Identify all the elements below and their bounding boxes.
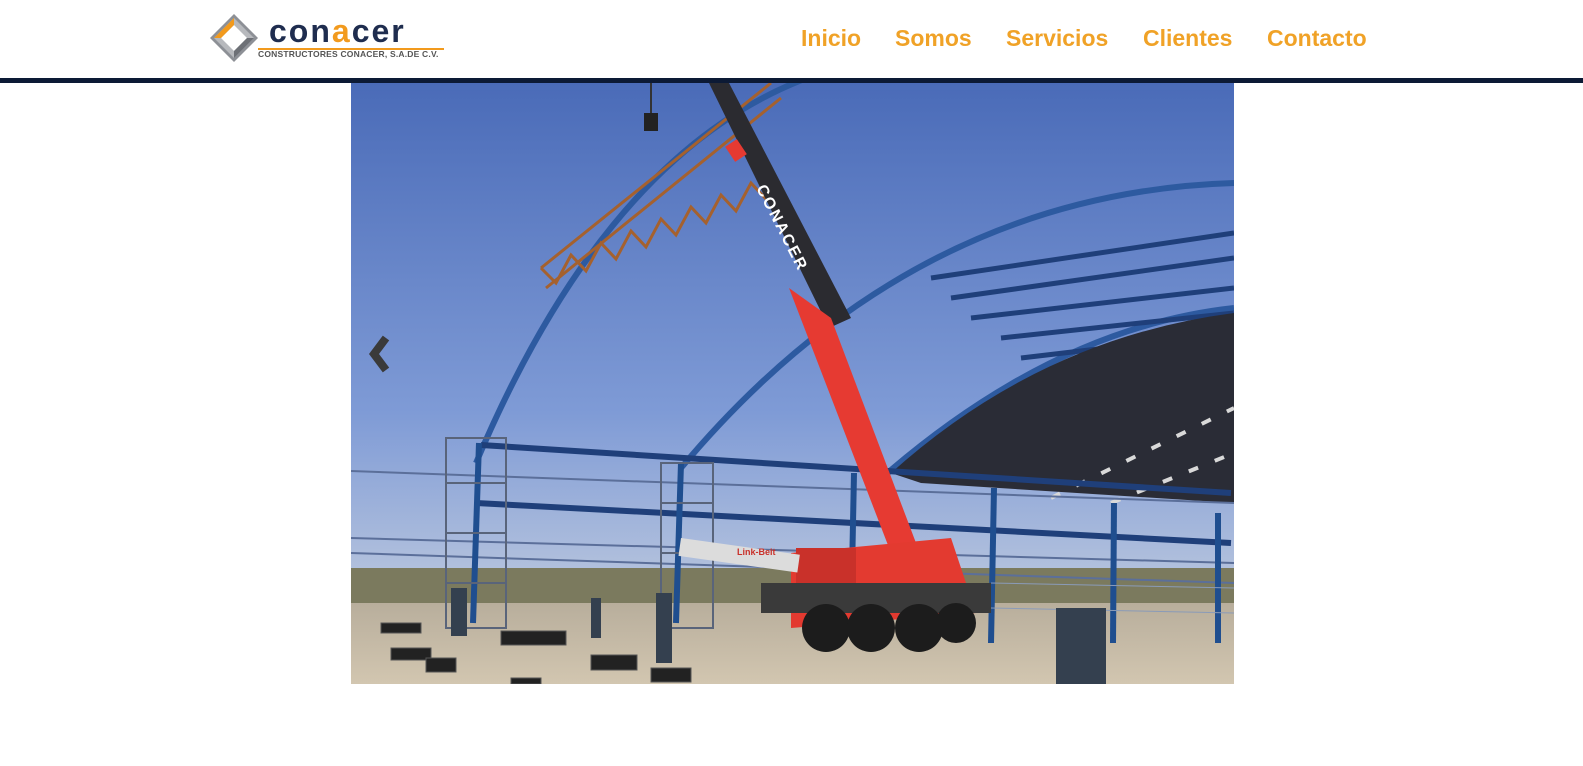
slide-photo: CONACER Link-Belt	[351, 83, 1234, 684]
nav-clientes[interactable]: Clientes	[1143, 24, 1232, 52]
nav-inicio[interactable]: Inicio	[801, 24, 861, 52]
nav-servicios[interactable]: Servicios	[1006, 24, 1108, 52]
main-nav: Inicio Somos Servicios Clientes Contacto	[0, 24, 1583, 54]
image-slider[interactable]: CONACER Link-Belt	[351, 83, 1234, 684]
slider-prev-button[interactable]	[364, 332, 396, 376]
crane-brand-text: Link-Belt	[737, 547, 776, 557]
nav-contacto[interactable]: Contacto	[1267, 24, 1367, 52]
chevron-left-icon	[369, 335, 390, 373]
nav-somos[interactable]: Somos	[895, 24, 972, 52]
site-header: conacer CONSTRUCTORES CONACER, S.A.DE C.…	[0, 0, 1583, 78]
